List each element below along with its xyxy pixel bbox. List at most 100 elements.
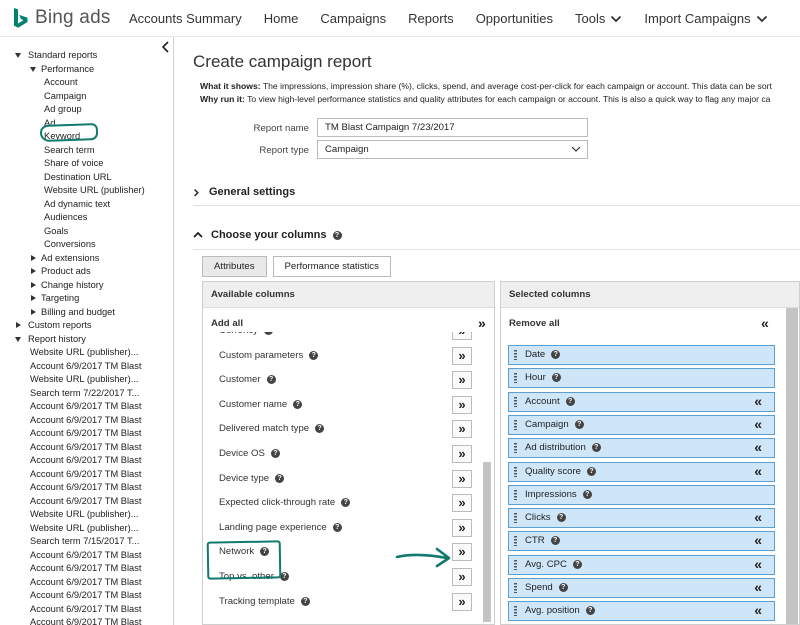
drag-handle-icon[interactable]	[514, 606, 517, 617]
general-settings-toggle[interactable]: General settings	[193, 186, 295, 198]
add-column-button[interactable]: »	[452, 332, 472, 340]
tree-history-item[interactable]: Account 6/9/2017 TM Blast	[0, 454, 172, 468]
help-icon[interactable]: ?	[565, 396, 575, 406]
tree-history-item[interactable]: Account 6/9/2017 TM Blast	[0, 441, 172, 455]
drag-handle-icon[interactable]	[514, 373, 517, 384]
add-column-button[interactable]: »	[452, 543, 472, 562]
tree-item-performance[interactable]: Share of voice	[0, 157, 172, 171]
drag-handle-icon[interactable]	[514, 489, 517, 500]
remove-column-icon[interactable]: «	[754, 602, 762, 619]
expand-down-icon[interactable]	[30, 66, 36, 72]
nav-item-campaigns[interactable]: Campaigns	[320, 11, 386, 26]
remove-column-icon[interactable]: «	[754, 416, 762, 433]
help-icon[interactable]: ?	[556, 513, 566, 523]
tree-report-history[interactable]: Report history	[0, 333, 172, 347]
selected-column-row[interactable]: Impressions?	[508, 484, 775, 505]
tree-item-performance[interactable]: Ad group	[0, 103, 172, 117]
tree-item-performance[interactable]: Destination URL	[0, 171, 172, 185]
help-icon[interactable]: ?	[574, 419, 584, 429]
remove-column-icon[interactable]: «	[754, 439, 762, 456]
tree-group[interactable]: Change history	[0, 279, 172, 293]
help-icon[interactable]: ?	[550, 536, 560, 546]
tree-history-item[interactable]: Account 6/9/2017 TM Blast	[0, 549, 172, 563]
tree-history-item[interactable]: Account 6/9/2017 TM Blast	[0, 400, 172, 414]
add-column-button[interactable]: »	[452, 445, 472, 463]
drag-handle-icon[interactable]	[514, 419, 517, 430]
remove-column-icon[interactable]: «	[754, 393, 762, 410]
tree-history-item[interactable]: Search term 7/15/2017 T...	[0, 535, 172, 549]
add-column-button[interactable]: »	[452, 568, 472, 586]
help-icon[interactable]: ?	[309, 350, 319, 360]
tree-history-item[interactable]: Search term 7/22/2017 T...	[0, 387, 172, 401]
remove-all-button[interactable]: Remove all	[509, 318, 560, 329]
remove-column-icon[interactable]: «	[754, 532, 762, 549]
drag-handle-icon[interactable]	[514, 466, 517, 477]
drag-handle-icon[interactable]	[514, 559, 517, 570]
selected-column-row[interactable]: Avg. CPC? «	[508, 554, 775, 575]
help-icon[interactable]: ?	[551, 350, 561, 359]
help-icon[interactable]: ?	[586, 466, 596, 476]
remove-column-icon[interactable]: «	[754, 556, 762, 573]
help-icon[interactable]: ?	[585, 606, 595, 616]
tree-performance[interactable]: Performance	[0, 63, 172, 77]
selected-column-row[interactable]: Date?	[508, 345, 775, 365]
tree-item-performance[interactable]: Account	[0, 76, 172, 90]
add-column-button[interactable]: »	[452, 395, 472, 414]
nav-item-accounts-summary[interactable]: Accounts Summary	[129, 11, 242, 26]
tree-history-item[interactable]: Account 6/9/2017 TM Blast	[0, 616, 172, 625]
drag-handle-icon[interactable]	[514, 443, 517, 454]
tab-performance-statistics[interactable]: Performance statistics	[272, 256, 391, 277]
tree-item-performance[interactable]: Goals	[0, 225, 172, 239]
help-icon[interactable]: ?	[558, 583, 568, 592]
help-icon[interactable]: ?	[263, 332, 273, 335]
drag-handle-icon[interactable]	[514, 350, 517, 360]
expand-right-icon[interactable]	[31, 281, 36, 288]
tree-group[interactable]: Targeting	[0, 292, 172, 306]
add-column-button[interactable]: »	[452, 469, 472, 488]
tree-item-performance[interactable]: Campaign	[0, 90, 172, 104]
help-icon[interactable]: ?	[332, 230, 342, 240]
expand-down-icon[interactable]	[15, 336, 21, 342]
nav-item-import-campaigns[interactable]: Import Campaigns	[644, 11, 767, 26]
add-column-button[interactable]: »	[452, 592, 472, 611]
tree-history-item[interactable]: Account 6/9/2017 TM Blast	[0, 603, 172, 617]
expand-down-icon[interactable]	[15, 53, 21, 58]
tree-history-item[interactable]: Website URL (publisher)...	[0, 346, 172, 360]
expand-right-icon[interactable]	[31, 254, 36, 261]
add-column-button[interactable]: »	[452, 494, 472, 513]
expand-right-icon[interactable]	[31, 295, 36, 301]
expand-right-icon[interactable]	[31, 268, 36, 274]
tree-history-item[interactable]: Account 6/9/2017 TM Blast	[0, 562, 172, 576]
tree-history-item[interactable]: Account 6/9/2017 TM Blast	[0, 589, 172, 603]
add-column-button[interactable]: »	[452, 518, 472, 537]
tree-group[interactable]: Ad extensions	[0, 252, 172, 266]
help-icon[interactable]: ?	[266, 375, 276, 385]
remove-column-icon[interactable]: «	[754, 579, 762, 596]
drag-handle-icon[interactable]	[514, 513, 517, 524]
selected-column-row[interactable]: Spend? «	[508, 578, 775, 598]
report-name-input[interactable]: TM Blast Campaign 7/23/2017	[317, 118, 588, 137]
tree-group[interactable]: Product ads	[0, 265, 172, 279]
help-icon[interactable]: ?	[582, 489, 592, 499]
nav-item-tools[interactable]: Tools	[575, 11, 622, 26]
tree-history-item[interactable]: Account 6/9/2017 TM Blast	[0, 427, 172, 441]
tree-history-item[interactable]: Website URL (publisher)...	[0, 522, 172, 536]
help-icon[interactable]: ?	[270, 449, 280, 458]
tree-history-item[interactable]: Account 6/9/2017 TM Blast	[0, 481, 172, 495]
tree-item-performance[interactable]: Website URL (publisher)	[0, 184, 172, 198]
tree-history-item[interactable]: Website URL (publisher)...	[0, 508, 172, 522]
expand-right-icon[interactable]	[31, 308, 36, 315]
nav-item-reports[interactable]: Reports	[408, 11, 454, 26]
add-column-button[interactable]: »	[452, 371, 472, 390]
remove-all-icon[interactable]: «	[761, 316, 769, 330]
help-icon[interactable]: ?	[279, 572, 289, 581]
drag-handle-icon[interactable]	[514, 536, 517, 547]
selected-column-row[interactable]: Clicks? «	[508, 508, 775, 529]
help-icon[interactable]: ?	[551, 373, 561, 383]
add-column-button[interactable]: »	[452, 346, 472, 365]
tab-attributes[interactable]: Attributes	[202, 256, 267, 277]
help-icon[interactable]: ?	[293, 399, 303, 409]
tree-item-performance[interactable]: Ad dynamic text	[0, 198, 172, 212]
add-all-icon[interactable]: »	[478, 316, 486, 330]
tree-standard-reports[interactable]: Standard reports	[0, 49, 172, 63]
